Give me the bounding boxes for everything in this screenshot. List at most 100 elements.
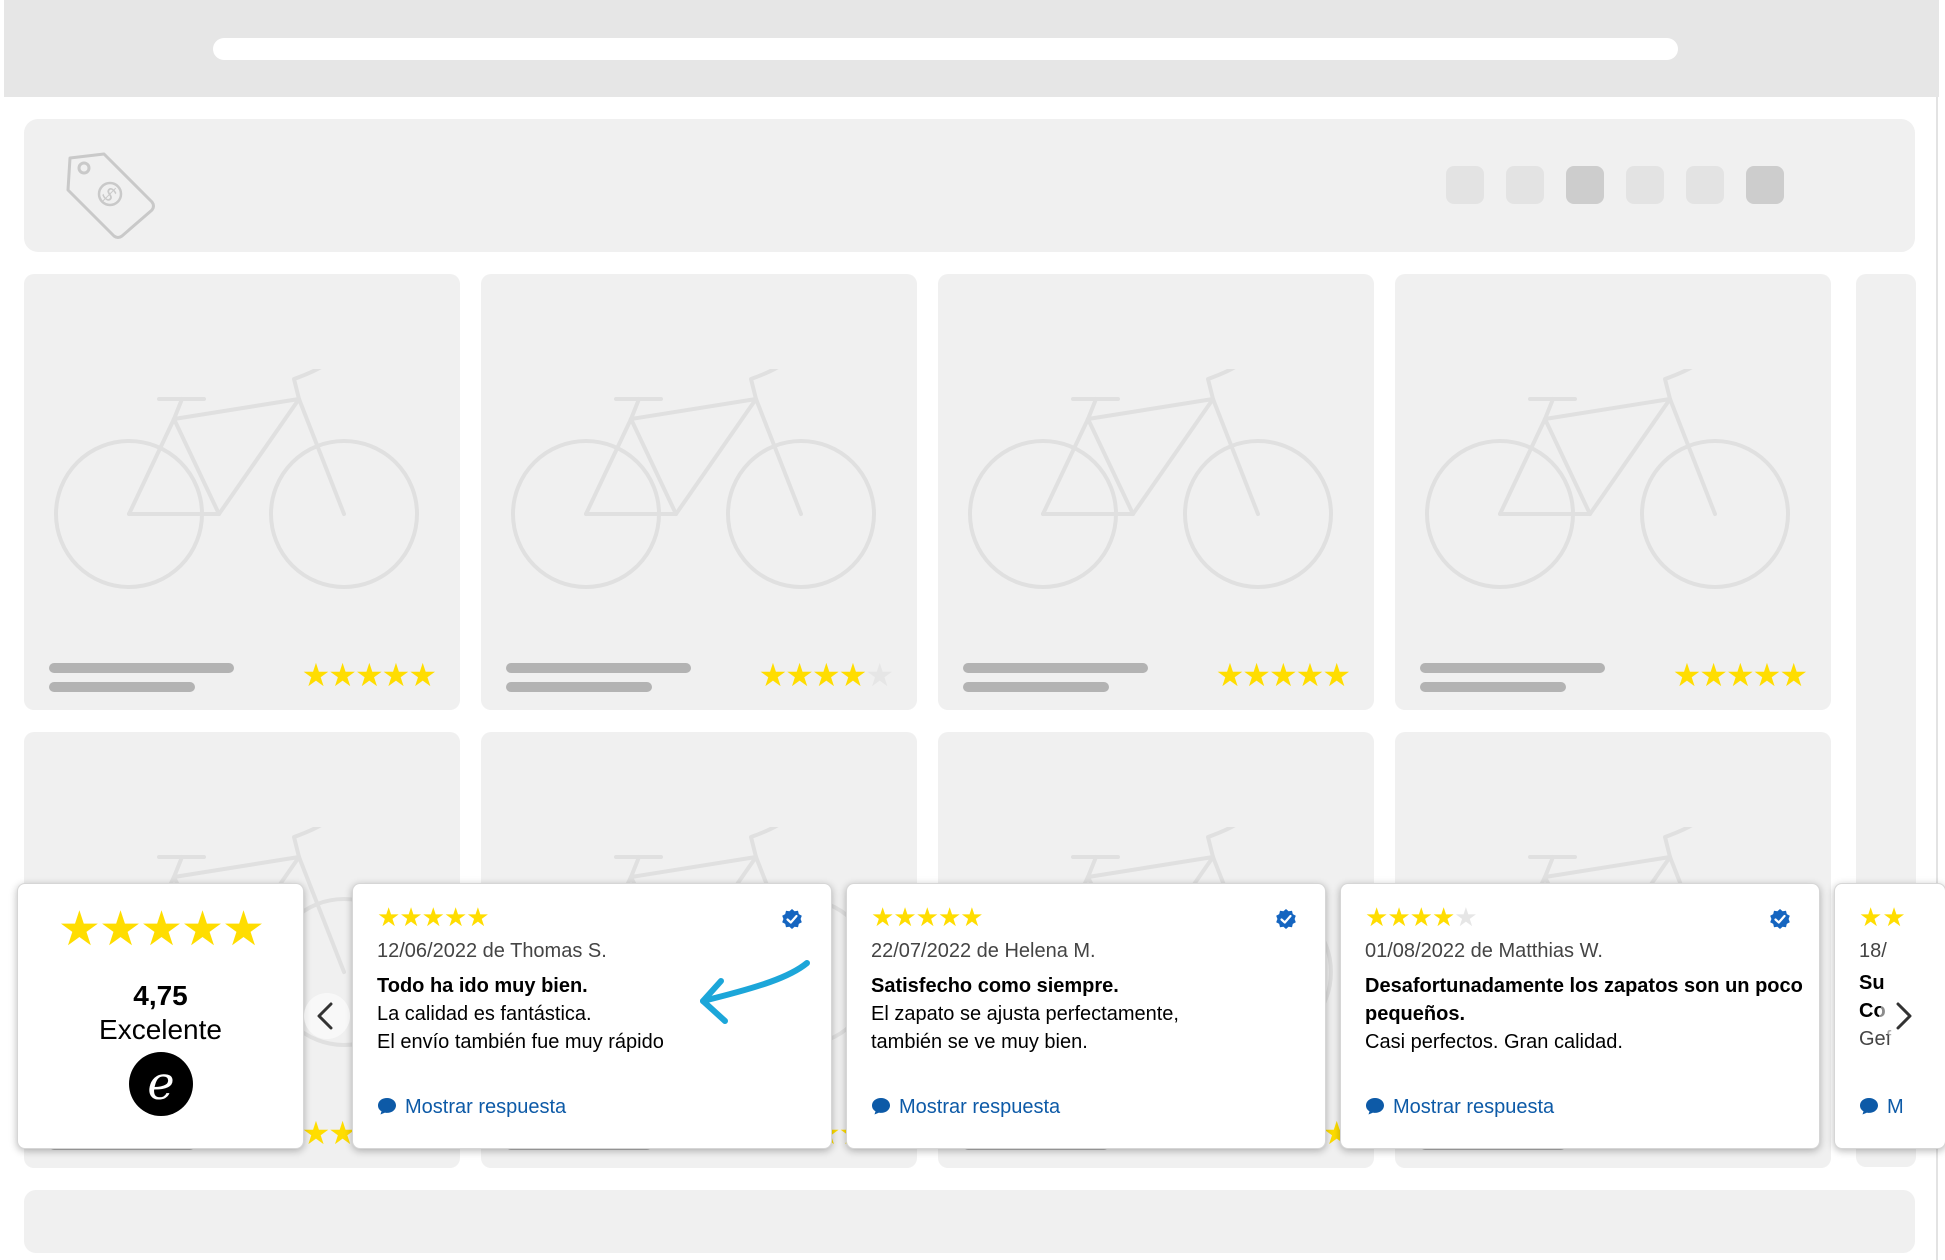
star-icon: ★ <box>354 657 384 693</box>
nav-dot[interactable] <box>1746 166 1784 204</box>
reply-label: Mostrar respuesta <box>405 1096 567 1118</box>
review-meta: 01/08/2022 de Matthias W. <box>1365 940 1603 962</box>
product-card[interactable]: ★★★★★ <box>938 274 1374 710</box>
star-icon: ★ <box>57 903 101 956</box>
address-bar[interactable] <box>213 38 1678 60</box>
product-name-placeholder <box>1420 663 1605 673</box>
star-icon: ★ <box>222 903 265 956</box>
reply-label: Mostrar respuesta <box>1393 1096 1555 1118</box>
nav-dot[interactable] <box>1506 166 1544 204</box>
price-tag-dollar-icon[interactable]: $ <box>64 148 158 240</box>
annotation-arrow-icon <box>700 960 810 1024</box>
star-icon: ★ <box>1365 902 1388 932</box>
chevron-left-icon[interactable] <box>303 992 351 1040</box>
trusted-shops-logo[interactable]: e <box>129 1052 193 1116</box>
star-icon: ★ <box>181 903 224 956</box>
summary-label: Excelente <box>99 1014 222 1045</box>
product-name-placeholder <box>49 663 234 673</box>
review-body-line: El zapato se ajusta perfectamente, <box>871 1003 1179 1025</box>
review-card[interactable]: ★★★★★ 01/08/2022 de Matthias W. Desafortun… <box>1340 883 1820 1149</box>
product-price-placeholder <box>1420 682 1566 692</box>
product-rating: ★★★★★ <box>301 657 437 693</box>
star-icon: ★ <box>1322 657 1351 693</box>
star-icon: ★ <box>1409 902 1433 932</box>
footer-placeholder <box>24 1190 1915 1253</box>
svg-text:$: $ <box>97 181 123 207</box>
show-reply-link[interactable]: Mostrar respuesta <box>871 1096 1060 1119</box>
product-rating: ★★★★★ <box>1672 657 1808 693</box>
partial-review-stars: ★★ <box>1859 904 1906 930</box>
star-icon: ★ <box>1387 902 1410 932</box>
product-card[interactable]: ★★★★★ <box>1395 274 1831 710</box>
nav-dot[interactable] <box>1686 166 1724 204</box>
review-card[interactable]: ★★★★★ 22/07/2022 de Helena M. Satisfecho c… <box>846 883 1326 1149</box>
star-icon: ★ <box>871 902 894 932</box>
star-icon: ★ <box>139 903 183 956</box>
star-icon: ★ <box>758 657 788 693</box>
product-name-placeholder <box>506 663 691 673</box>
bike-placeholder-icon <box>54 369 419 589</box>
nav-dot[interactable] <box>1626 166 1664 204</box>
star-icon: ★ <box>381 657 411 693</box>
show-reply-link[interactable]: Mostrar respuesta <box>377 1096 566 1119</box>
comment-icon <box>872 1098 890 1115</box>
rating-summary-card[interactable]: ★★★★★ 4,75 Excelente e <box>17 883 304 1149</box>
partial-review-reply[interactable]: M <box>1859 1096 1904 1119</box>
chevron-right-icon[interactable] <box>1878 992 1926 1040</box>
star-icon: ★ <box>1215 657 1245 693</box>
star-icon: ★ <box>408 657 437 693</box>
star-icon: ★ <box>1859 902 1883 932</box>
review-body-line: también se ve muy bien. <box>871 1031 1088 1053</box>
star-icon: ★ <box>443 902 467 932</box>
star-icon: ★ <box>328 657 357 693</box>
star-icon: ★ <box>785 657 814 693</box>
review-meta: 22/07/2022 de Helena M. <box>871 940 1096 962</box>
star-icon: ★ <box>466 902 489 932</box>
bike-placeholder-icon <box>1425 369 1790 589</box>
show-reply-link[interactable]: Mostrar respuesta <box>1365 1096 1554 1119</box>
reply-label: M <box>1887 1096 1904 1118</box>
product-card[interactable]: ★★★★★ <box>481 274 917 710</box>
star-icon: ★ <box>98 903 142 956</box>
review-stars: ★★★★★ <box>377 902 490 932</box>
star-icon: ★ <box>893 902 916 932</box>
star-icon: ★ <box>1431 902 1455 932</box>
star-icon: ★ <box>960 902 983 932</box>
product-card[interactable]: ★★★★★ <box>24 274 460 710</box>
logo-letter: e <box>147 1056 175 1110</box>
partial-review-meta: 18/ <box>1859 940 1887 962</box>
star-icon: ★ <box>1779 657 1808 693</box>
product-price-placeholder <box>506 682 652 692</box>
product-price-placeholder <box>49 682 195 692</box>
review-stars: ★★★★★ <box>871 902 984 932</box>
star-icon: ★ <box>1268 657 1298 693</box>
star-icon: ★ <box>421 902 445 932</box>
product-rating: ★★★★★ <box>758 657 894 693</box>
star-icon: ★ <box>811 657 841 693</box>
star-icon: ★ <box>937 902 961 932</box>
star-icon: ★ <box>1725 657 1755 693</box>
star-icon: ★ <box>377 902 400 932</box>
bike-placeholder-icon <box>968 369 1333 589</box>
comment-icon <box>1366 1098 1384 1115</box>
nav-dot[interactable] <box>1566 166 1604 204</box>
verified-badge-icon <box>782 909 802 929</box>
review-title: Satisfecho como siempre. <box>871 975 1119 997</box>
star-icon: ★ <box>1242 657 1271 693</box>
star-icon: ★ <box>1672 657 1702 693</box>
nav-dot[interactable] <box>1446 166 1484 204</box>
star-icon: ★ <box>838 657 868 693</box>
star-icon: ★ <box>865 657 894 693</box>
reply-label: Mostrar respuesta <box>899 1096 1061 1118</box>
comment-icon <box>1860 1098 1878 1115</box>
review-meta: 12/06/2022 de Thomas S. <box>377 940 607 962</box>
star-icon: ★ <box>915 902 939 932</box>
star-icon: ★ <box>1882 902 1906 932</box>
product-name-placeholder <box>963 663 1148 673</box>
star-icon: ★ <box>1699 657 1728 693</box>
summary-score: 4,75 <box>133 980 188 1011</box>
star-icon: ★ <box>1454 902 1477 932</box>
bike-placeholder-icon <box>511 369 876 589</box>
review-body-line: Casi perfectos. Gran calidad. <box>1365 1031 1623 1053</box>
star-icon: ★ <box>301 657 331 693</box>
